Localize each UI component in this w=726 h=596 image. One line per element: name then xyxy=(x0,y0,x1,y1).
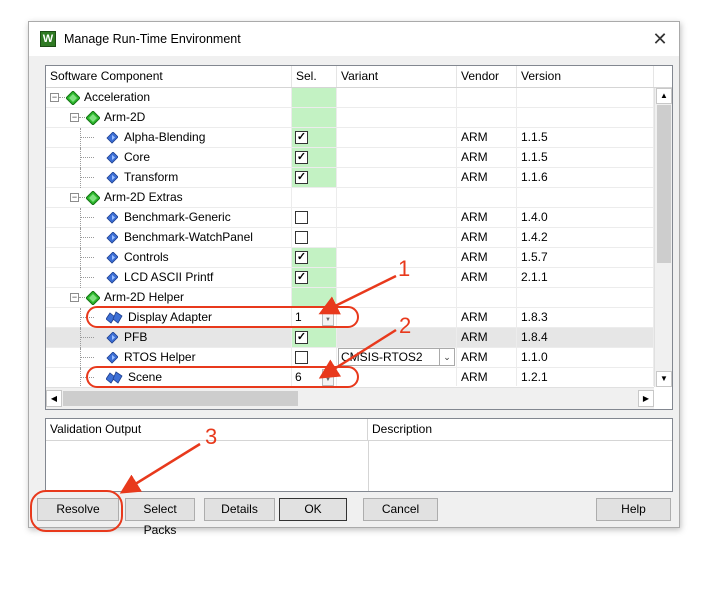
arrow-2 xyxy=(318,328,397,379)
arrow-1 xyxy=(318,274,397,315)
arrow-3 xyxy=(119,442,201,494)
annotation-arrows xyxy=(119,274,397,494)
